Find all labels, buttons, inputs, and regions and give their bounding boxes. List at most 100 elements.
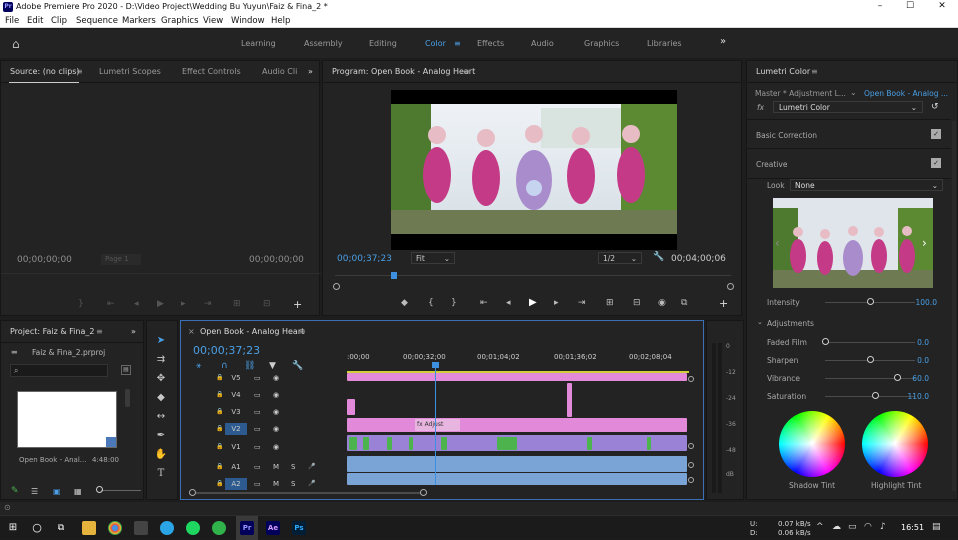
source-page-dropdown[interactable]: Page 1 — [101, 254, 141, 265]
track-label[interactable]: V3 — [225, 406, 247, 418]
menu-sequence[interactable]: Sequence — [76, 16, 118, 26]
home-icon[interactable]: ⌂ — [12, 37, 20, 51]
sync-lock-icon[interactable]: ▭ — [254, 425, 261, 433]
mute-button[interactable]: M — [273, 463, 279, 471]
clip-thumbnail[interactable] — [17, 391, 117, 448]
lock-icon[interactable]: 🔒 — [216, 391, 223, 398]
adjustment-slider-knob[interactable] — [871, 392, 879, 399]
hand-tool-icon[interactable]: ✋ — [154, 448, 168, 462]
sync-lock-icon[interactable]: ▭ — [254, 480, 261, 488]
track-label[interactable]: V2 — [225, 423, 247, 435]
video-clip-v1[interactable] — [347, 435, 687, 451]
lock-icon[interactable]: 🔒 — [216, 374, 223, 381]
video-clip-v1-segment[interactable] — [409, 437, 413, 450]
clock[interactable]: 16:51 — [901, 523, 924, 532]
eye-icon[interactable]: ◉ — [273, 408, 279, 416]
zoom-handle-right[interactable] — [727, 283, 734, 290]
eye-icon[interactable]: ◉ — [273, 425, 279, 433]
lock-icon[interactable]: 🔒 — [216, 443, 223, 450]
more-tabs-icon[interactable]: » — [308, 67, 313, 76]
play-icon[interactable]: ▶ — [157, 299, 164, 309]
microphone-icon[interactable]: 🎤 — [308, 480, 315, 487]
sync-lock-icon[interactable]: ▭ — [254, 391, 261, 399]
panel-menu-icon[interactable]: ≡ — [299, 327, 306, 336]
solo-button[interactable]: S — [291, 463, 295, 471]
fit-dropdown[interactable]: Fit ⌄ — [411, 252, 455, 264]
menu-view[interactable]: View — [203, 16, 223, 26]
video-clip-v1-segment[interactable] — [349, 437, 357, 450]
basic-correction-checkbox[interactable]: ✓ — [931, 129, 941, 139]
go-to-in-icon[interactable]: ⇤ — [107, 299, 115, 309]
lift-icon[interactable]: ⊞ — [606, 298, 614, 308]
intensity-slider-knob[interactable] — [867, 298, 874, 305]
close-tab-icon[interactable]: × — [188, 327, 195, 336]
shadow-tint-wheel[interactable]: + — [779, 411, 845, 477]
store-icon[interactable] — [134, 521, 148, 535]
lock-icon[interactable]: 🔒 — [216, 408, 223, 415]
ripple-edit-tool-icon[interactable]: ✥ — [154, 372, 168, 386]
video-clip-v1-segment[interactable] — [647, 437, 651, 450]
effect-dropdown[interactable]: Lumetri Color ⌄ — [773, 101, 923, 113]
title-clip-v4[interactable] — [567, 383, 572, 417]
lumetri-title[interactable]: Lumetri Color — [756, 67, 810, 76]
maximize-button[interactable]: ☐ — [900, 1, 920, 13]
cloud-icon[interactable]: ☁ — [832, 522, 841, 532]
zoom-handle-left[interactable] — [333, 283, 340, 290]
source-timecode[interactable]: 00;00;00;00 — [17, 255, 72, 265]
type-tool-icon[interactable]: T — [154, 467, 168, 481]
sync-lock-icon[interactable]: ▭ — [254, 408, 261, 416]
menu-help[interactable]: Help — [271, 16, 290, 26]
file-explorer-icon[interactable] — [82, 521, 96, 535]
next-look-icon[interactable]: › — [922, 236, 927, 250]
add-marker-icon[interactable]: ▼ — [269, 361, 276, 371]
selection-tool-icon[interactable]: ➤ — [154, 334, 168, 348]
video-clip-v1-segment[interactable] — [497, 437, 517, 450]
add-button-icon[interactable]: + — [293, 298, 302, 311]
program-video-frame[interactable] — [391, 90, 677, 250]
timeline-settings-icon[interactable]: 🔧 — [292, 361, 303, 371]
track-label[interactable]: V1 — [225, 441, 247, 453]
sync-lock-icon[interactable]: ▭ — [254, 374, 261, 382]
extract-icon[interactable]: ⊟ — [633, 298, 641, 308]
go-to-out-icon[interactable]: ⇥ — [204, 299, 212, 309]
playhead-marker[interactable] — [391, 272, 397, 279]
lock-icon[interactable]: 🔒 — [216, 480, 223, 487]
comparison-view-icon[interactable]: ⧉ — [681, 298, 687, 308]
zoom-slider-track[interactable] — [101, 490, 141, 491]
look-dropdown[interactable]: None ⌄ — [790, 179, 943, 191]
chevron-down-icon[interactable]: ⌄ — [850, 88, 857, 97]
whatsapp-icon[interactable] — [212, 521, 226, 535]
linked-selection-icon[interactable]: ⛓ — [244, 361, 255, 371]
previous-look-icon[interactable]: ‹ — [775, 236, 780, 250]
timeline-zoom-right-handle[interactable] — [420, 489, 427, 496]
mark-out-icon[interactable]: } — [451, 298, 457, 308]
volume-icon[interactable]: ♪ — [880, 522, 886, 532]
video-clip-v1-segment[interactable] — [363, 437, 369, 450]
video-clip-v1-segment[interactable] — [441, 437, 447, 450]
audio-clip-a2[interactable] — [347, 473, 687, 485]
adjustment-value[interactable]: 0.0 — [899, 338, 929, 347]
menu-graphics[interactable]: Graphics — [161, 16, 199, 26]
sequence-tab-title[interactable]: Open Book - Analog Heart — [200, 327, 304, 336]
chevron-up-icon[interactable]: ^ — [816, 522, 824, 532]
wheel-crosshair-icon[interactable]: + — [891, 437, 899, 448]
export-frame-camera-icon[interactable]: ◉ — [658, 298, 666, 308]
sequence-clip-label[interactable]: Open Book - Analog ... — [864, 89, 948, 98]
eye-icon[interactable]: ◉ — [273, 391, 279, 399]
more-workspaces-icon[interactable]: » — [720, 36, 726, 47]
notification-icon[interactable]: ▤ — [932, 522, 941, 532]
timeline-playhead[interactable] — [435, 365, 436, 485]
workspace-effects[interactable]: Effects — [477, 39, 504, 48]
master-clip-label[interactable]: Master * Adjustment L... — [755, 89, 846, 98]
look-preview-image[interactable]: ‹ › — [773, 198, 933, 288]
minimize-button[interactable]: – — [870, 1, 890, 13]
photoshop-taskbar-icon[interactable]: Ps — [292, 521, 306, 535]
more-tabs-icon[interactable]: » — [131, 327, 136, 336]
audio-clip-a1[interactable] — [347, 456, 687, 472]
razor-tool-icon[interactable]: ◆ — [154, 391, 168, 405]
video-clip-v2[interactable] — [347, 418, 687, 432]
timeline-timecode[interactable]: 00;00;37;23 — [193, 344, 260, 357]
premiere-taskbar-icon[interactable]: Pr — [240, 521, 254, 535]
workspace-libraries[interactable]: Libraries — [647, 39, 682, 48]
insert-icon[interactable]: ⊞ — [233, 299, 241, 309]
